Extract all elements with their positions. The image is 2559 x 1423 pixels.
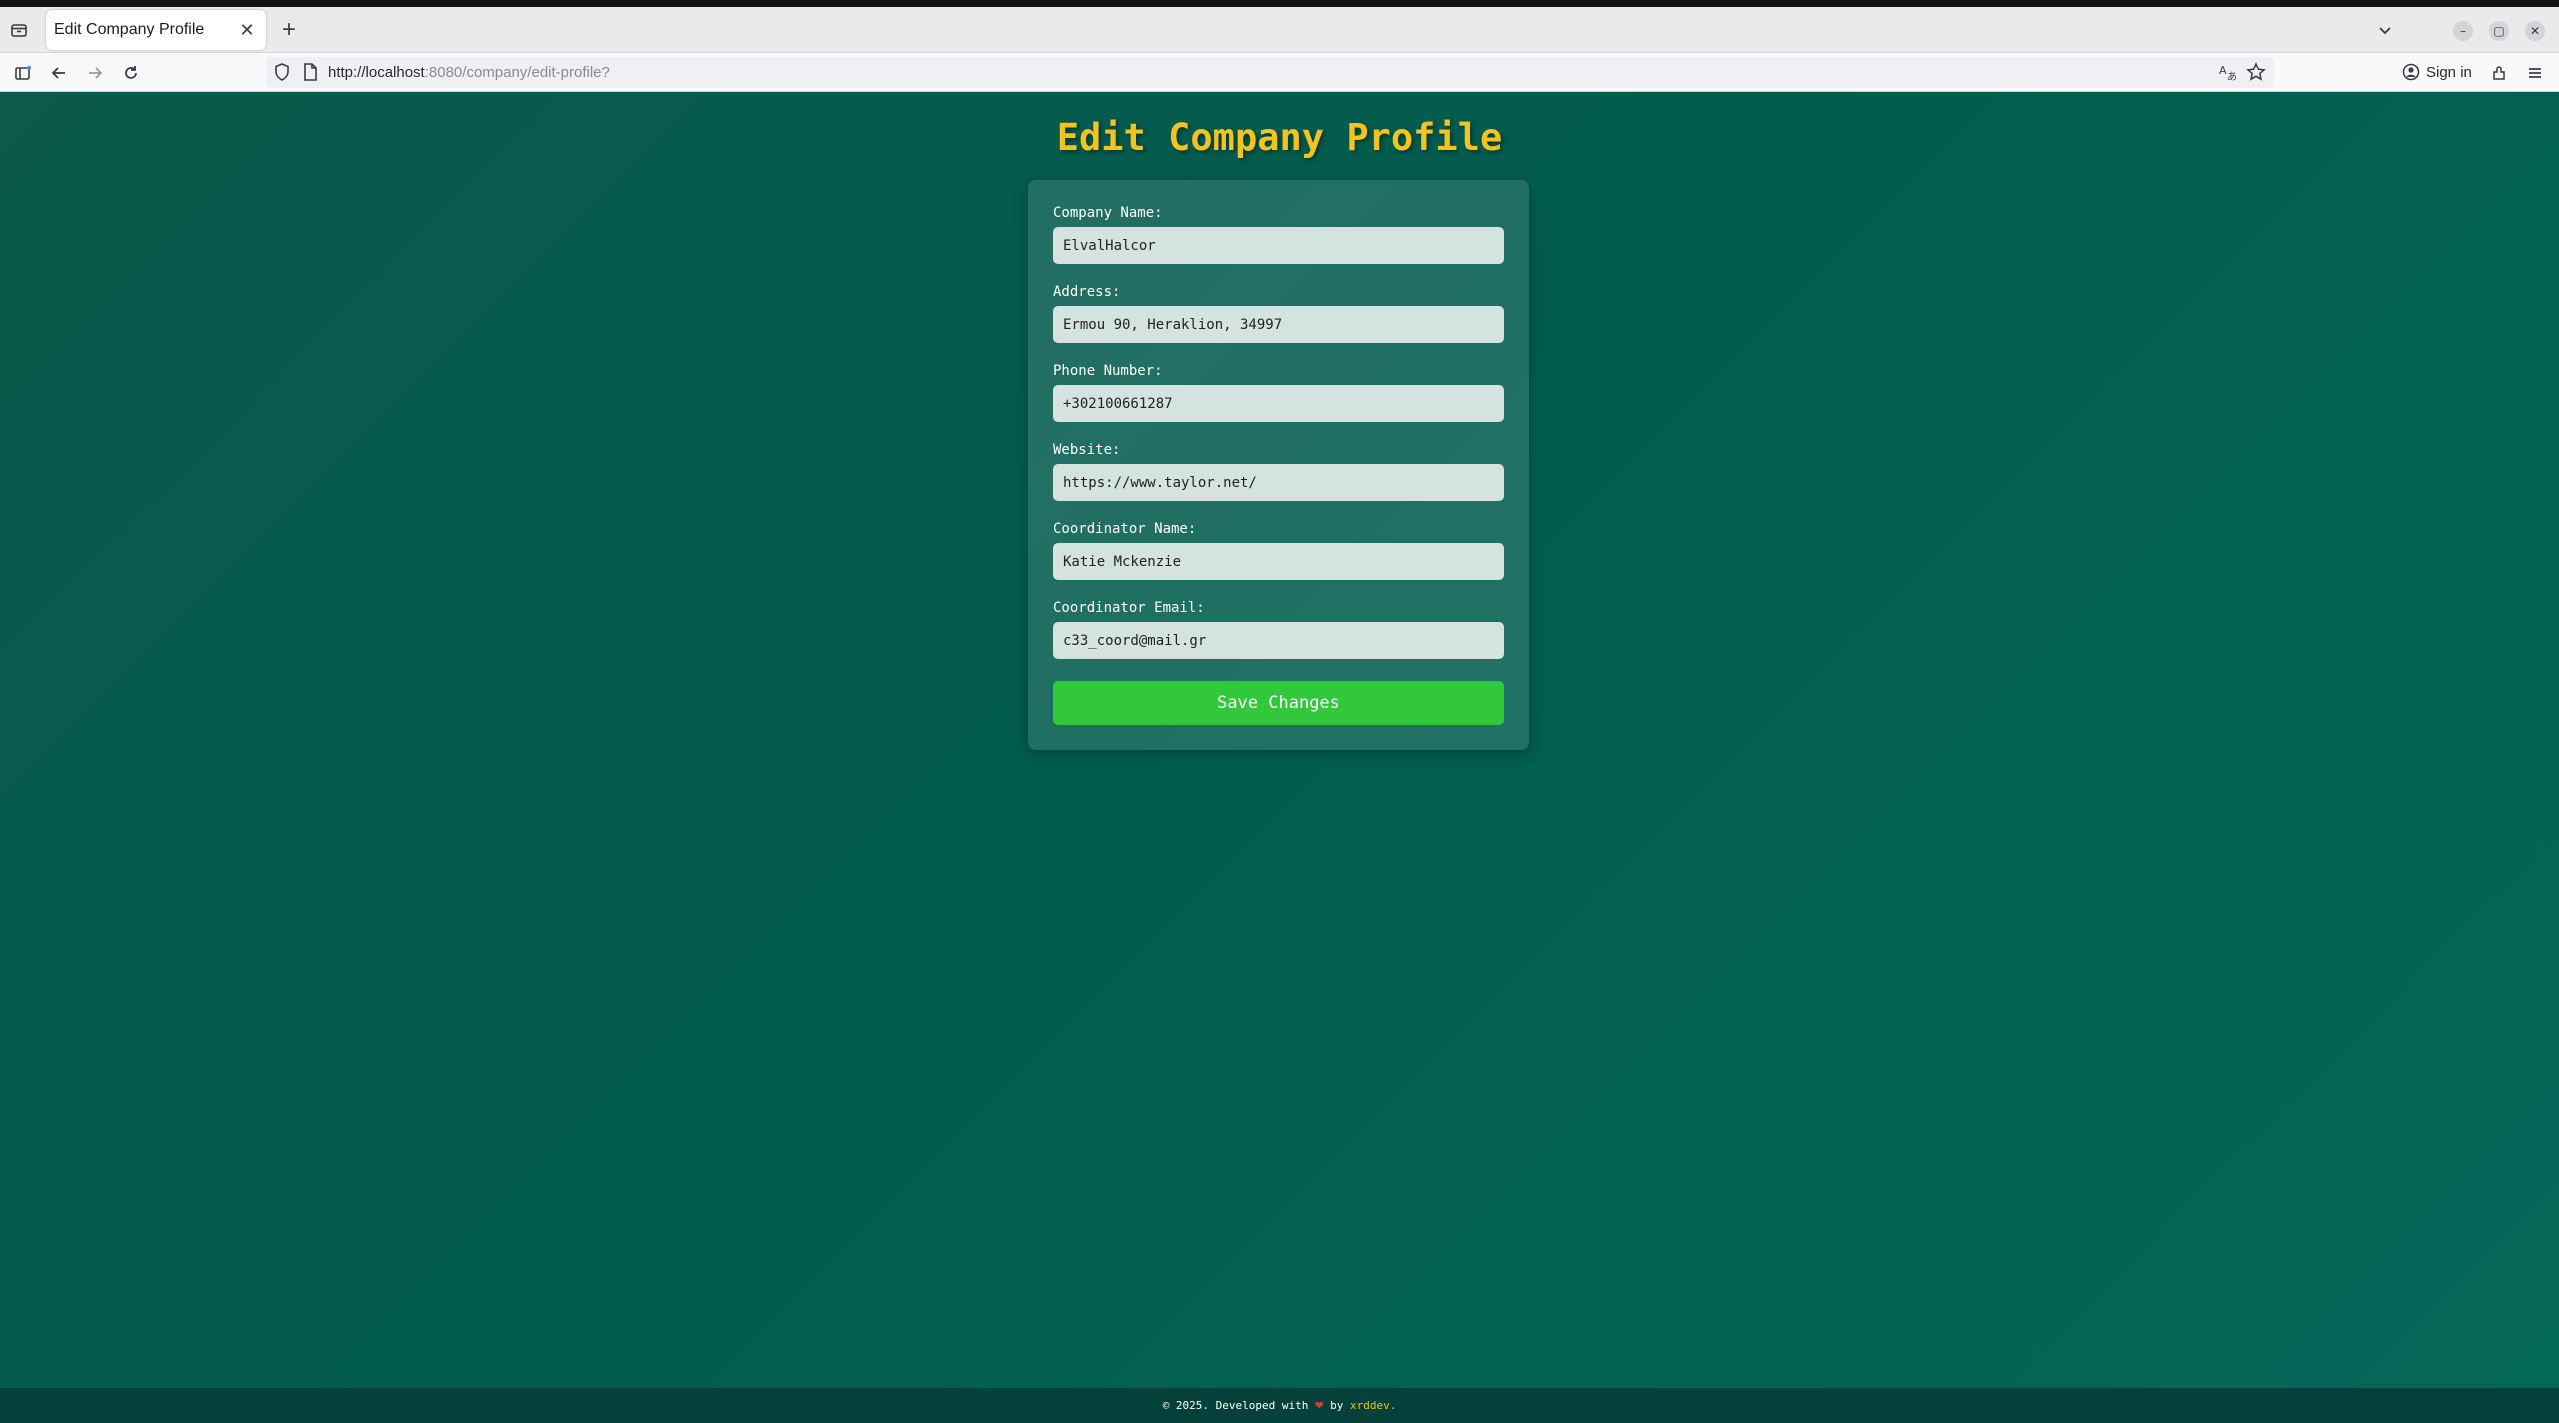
phone-number-group: Phone Number: <box>1053 362 1504 422</box>
page-viewport: Edit Company Profile Company Name: Addre… <box>0 92 2559 1423</box>
url-host: http://localhost <box>328 64 425 81</box>
footer-by: by <box>1330 1399 1344 1412</box>
translate-icon[interactable]: Aあ <box>2218 62 2238 82</box>
phone-number-input[interactable] <box>1053 385 1504 422</box>
close-window-button[interactable]: ✕ <box>2525 21 2545 41</box>
address-group: Address: <box>1053 283 1504 343</box>
reload-icon[interactable] <box>118 60 144 86</box>
save-changes-button[interactable]: Save Changes <box>1053 681 1504 725</box>
page-title: Edit Company Profile <box>1056 116 1503 159</box>
extensions-icon[interactable] <box>2486 60 2512 86</box>
shield-icon[interactable] <box>272 62 292 82</box>
svg-text:A: A <box>2219 64 2227 77</box>
active-tab[interactable]: Edit Company Profile ✕ <box>46 10 266 50</box>
company-name-label: Company Name: <box>1053 205 1163 221</box>
minimize-button[interactable]: – <box>2453 21 2473 41</box>
phone-number-label: Phone Number: <box>1053 363 1163 379</box>
page-footer: © 2025. Developed with ❤ by xrddev. <box>0 1388 2559 1423</box>
edit-profile-form: Company Name: Address: Phone Number: Web… <box>1028 180 1529 750</box>
restore-button[interactable]: ▢ <box>2489 21 2509 41</box>
url-text[interactable]: http://localhost:8080/company/edit-profi… <box>328 64 610 81</box>
coordinator-email-label: Coordinator Email: <box>1053 600 1205 616</box>
account-icon <box>2402 63 2420 81</box>
sign-in-label: Sign in <box>2426 63 2472 81</box>
os-top-strip <box>0 0 2559 7</box>
browser-tab-bar: Edit Company Profile ✕ + – ▢ ✕ <box>0 7 2559 53</box>
sidebar-toggle-icon[interactable] <box>10 60 36 86</box>
url-bar[interactable]: http://localhost:8080/company/edit-profi… <box>266 57 2274 88</box>
coordinator-email-input[interactable] <box>1053 622 1504 659</box>
coordinator-name-input[interactable] <box>1053 543 1504 580</box>
new-tab-button[interactable]: + <box>276 16 302 43</box>
heart-icon: ❤ <box>1315 1397 1324 1413</box>
sign-in-button[interactable]: Sign in <box>2394 58 2480 86</box>
website-label: Website: <box>1053 442 1121 458</box>
coordinator-name-group: Coordinator Name: <box>1053 520 1504 580</box>
website-group: Website: <box>1053 441 1504 501</box>
tab-title: Edit Company Profile <box>54 21 205 38</box>
coordinator-email-group: Coordinator Email: <box>1053 599 1504 659</box>
address-input[interactable] <box>1053 306 1504 343</box>
forward-icon[interactable] <box>82 60 108 86</box>
footer-prefix: © 2025. Developed with <box>1162 1399 1309 1412</box>
url-path: :8080/company/edit-profile? <box>424 64 610 81</box>
chevron-down-icon[interactable] <box>2372 17 2398 43</box>
star-icon[interactable] <box>2246 62 2266 82</box>
company-name-group: Company Name: <box>1053 204 1504 264</box>
menu-icon[interactable] <box>2522 60 2548 86</box>
company-name-input[interactable] <box>1053 227 1504 264</box>
tab-list-icon[interactable] <box>6 17 32 43</box>
tab-close-icon[interactable]: ✕ <box>236 19 258 41</box>
svg-text:あ: あ <box>2227 71 2237 82</box>
page-icon[interactable] <box>300 62 320 82</box>
back-icon[interactable] <box>46 60 72 86</box>
website-input[interactable] <box>1053 464 1504 501</box>
browser-nav-bar: http://localhost:8080/company/edit-profi… <box>0 53 2559 92</box>
address-label: Address: <box>1053 284 1121 300</box>
coordinator-name-label: Coordinator Name: <box>1053 521 1197 537</box>
footer-brand-link[interactable]: xrddev. <box>1350 1399 1396 1412</box>
